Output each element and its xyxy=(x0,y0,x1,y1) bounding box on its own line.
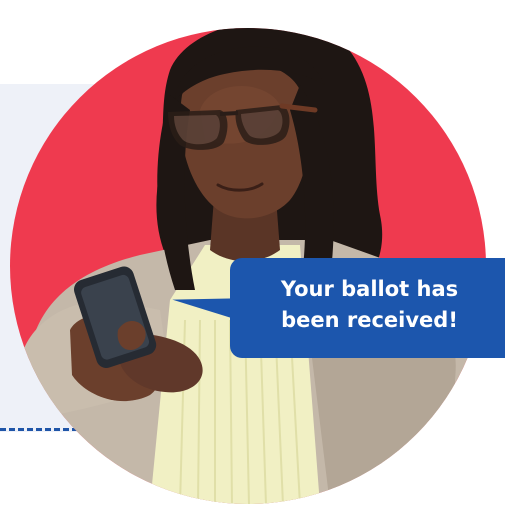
speech-bubble-line-2: been received! xyxy=(281,308,458,332)
dashed-accent-line xyxy=(0,428,78,431)
speech-bubble: Your ballot has been received! xyxy=(230,258,505,358)
speech-bubble-line-1: Your ballot has xyxy=(280,277,459,301)
hero-illustration: Your ballot has been received! xyxy=(0,0,505,505)
